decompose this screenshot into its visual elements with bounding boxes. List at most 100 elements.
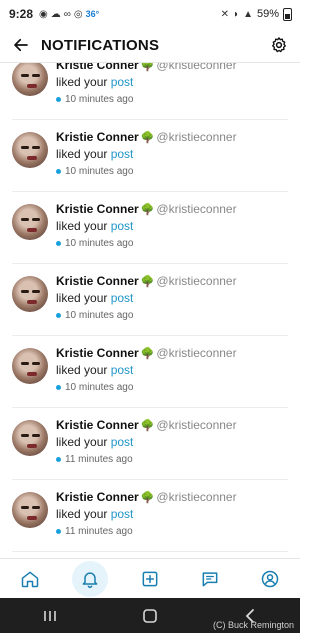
tree-icon: 🌳 <box>140 276 155 288</box>
chat-icon: ☁ <box>50 8 61 20</box>
battery-icon <box>283 7 292 21</box>
unread-dot <box>56 313 61 318</box>
post-link[interactable]: post <box>111 219 134 233</box>
nav-messages-button[interactable] <box>192 561 228 597</box>
recent-apps-button[interactable] <box>30 604 70 628</box>
app-icon: ◎ <box>73 8 83 20</box>
bottom-nav <box>0 558 300 599</box>
weather-temp: 36° <box>85 9 100 19</box>
tree-icon: 🌳 <box>140 204 155 216</box>
user-name[interactable]: Kristie Conner <box>56 346 139 360</box>
message-icon <box>202 572 218 587</box>
post-link[interactable]: post <box>111 291 134 305</box>
post-link[interactable]: post <box>111 147 134 161</box>
timestamp: 10 minutes ago <box>65 94 134 105</box>
home-icon <box>21 571 39 588</box>
post-link[interactable]: post <box>111 507 134 521</box>
notification-item[interactable]: Kristie Conner 🌳 @kristieconner liked your… <box>0 192 300 264</box>
arrow-left-icon <box>14 38 28 52</box>
unread-dot <box>56 385 61 390</box>
user-name[interactable]: Kristie Conner <box>56 202 139 216</box>
post-link[interactable]: post <box>111 75 134 89</box>
notification-item[interactable]: Kristie Conner 🌳 @kristieconner liked your… <box>0 120 300 192</box>
settings-button[interactable] <box>268 34 290 56</box>
unread-dot <box>56 241 61 246</box>
user-name[interactable]: Kristie Conner <box>56 130 139 144</box>
user-handle: @kristieconner <box>156 490 237 504</box>
timestamp: 11 minutes ago <box>65 454 133 465</box>
avatar[interactable] <box>12 420 48 456</box>
action-text: liked your <box>56 363 108 377</box>
post-link[interactable]: post <box>111 435 134 449</box>
timestamp: 10 minutes ago <box>65 382 134 393</box>
user-handle: @kristieconner <box>156 274 237 288</box>
notification-item[interactable]: Kristie Conner 🌳 @kristieconner liked your… <box>0 480 300 552</box>
avatar[interactable] <box>12 62 48 96</box>
avatar[interactable] <box>12 348 48 384</box>
user-handle: @kristieconner <box>156 346 237 360</box>
watermark: (C) Buck Remington <box>212 620 294 630</box>
bell-icon <box>82 572 98 589</box>
unread-dot <box>56 169 61 174</box>
plus-square-icon <box>142 571 158 587</box>
messenger-icon: ◉ <box>39 8 48 20</box>
unread-dot <box>56 529 61 534</box>
home-system-button[interactable] <box>130 604 170 628</box>
timestamp: 10 minutes ago <box>65 238 134 249</box>
system-nav-bar: (C) Buck Remington <box>0 598 300 633</box>
user-handle: @kristieconner <box>156 130 237 144</box>
nav-create-button[interactable] <box>132 561 168 597</box>
profile-icon <box>261 570 279 588</box>
notification-item[interactable]: Kristie Conner 🌳 @kristieconner liked your… <box>0 408 300 480</box>
mute-icon: ✕ <box>220 8 230 20</box>
tree-icon: 🌳 <box>140 492 155 504</box>
unread-dot <box>56 97 61 102</box>
action-text: liked your <box>56 435 108 449</box>
home-square-icon <box>143 608 157 623</box>
user-name[interactable]: Kristie Conner <box>56 62 139 72</box>
action-text: liked your <box>56 219 108 233</box>
nav-profile-button[interactable] <box>252 561 288 597</box>
page-title: NOTIFICATIONS <box>41 36 160 54</box>
user-name[interactable]: Kristie Conner <box>56 274 139 288</box>
avatar[interactable] <box>12 132 48 168</box>
timestamp: 11 minutes ago <box>65 526 133 537</box>
back-button[interactable] <box>10 34 32 56</box>
tree-icon: 🌳 <box>140 132 155 144</box>
unread-dot <box>56 457 61 462</box>
battery-percent: 59% <box>256 8 279 20</box>
tree-icon: 🌳 <box>140 420 155 432</box>
action-text: liked your <box>56 291 108 305</box>
wifi-icon: ◗ <box>233 8 240 20</box>
recent-apps-icon <box>44 610 56 621</box>
avatar[interactable] <box>12 276 48 312</box>
timestamp: 10 minutes ago <box>65 310 134 321</box>
divider <box>12 551 288 552</box>
action-text: liked your <box>56 507 108 521</box>
user-name[interactable]: Kristie Conner <box>56 418 139 432</box>
timestamp: 10 minutes ago <box>65 166 134 177</box>
user-handle: @kristieconner <box>156 62 237 72</box>
avatar[interactable] <box>12 204 48 240</box>
notification-item[interactable]: Kristie Conner 🌳 @kristieconner liked your… <box>0 62 300 120</box>
user-handle: @kristieconner <box>156 202 237 216</box>
signal-icon: ▲ <box>243 8 253 20</box>
tree-icon: 🌳 <box>140 62 155 72</box>
action-text: liked your <box>56 75 108 89</box>
app-bar: NOTIFICATIONS <box>0 28 300 63</box>
nav-notifications-button[interactable] <box>72 561 108 597</box>
post-link[interactable]: post <box>111 363 134 377</box>
notification-item[interactable]: Kristie Conner 🌳 @kristieconner liked your… <box>0 336 300 408</box>
notification-list[interactable]: Kristie Conner 🌳 @kristieconner liked your… <box>0 62 300 558</box>
notification-item[interactable]: Kristie Conner 🌳 @kristieconner liked your… <box>0 264 300 336</box>
tree-icon: 🌳 <box>140 348 155 360</box>
gear-icon <box>272 37 286 53</box>
user-name[interactable]: Kristie Conner <box>56 490 139 504</box>
action-text: liked your <box>56 147 108 161</box>
nav-home-button[interactable] <box>12 561 48 597</box>
avatar[interactable] <box>12 492 48 528</box>
user-handle: @kristieconner <box>156 418 237 432</box>
status-bar: 9:28 ◉ ☁ ∞ ◎ 36° ✕ ◗ ▲ 59% <box>0 0 300 28</box>
status-time: 9:28 <box>9 7 34 21</box>
voicemail-icon: ∞ <box>63 8 71 20</box>
